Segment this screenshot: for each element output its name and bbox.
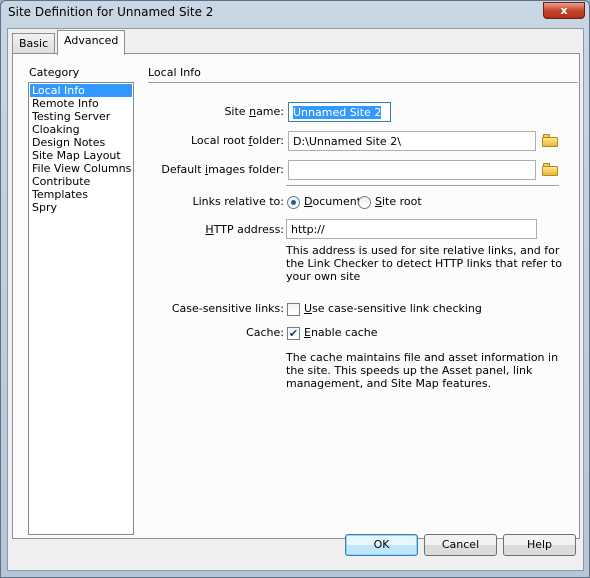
site-definition-dialog: Site Definition for Unnamed Site 2 x Bas… [0, 0, 590, 578]
local-root-folder-input[interactable]: D:\Unnamed Site 2\ [288, 131, 536, 151]
category-item-local-info[interactable]: Local Info [30, 84, 132, 97]
default-images-folder-label: Default images folder: [161, 163, 284, 176]
http-address-input[interactable]: http:// [286, 219, 537, 239]
folder-browse-icon[interactable] [542, 163, 558, 176]
category-item-testing-server[interactable]: Testing Server [30, 110, 132, 123]
help-button[interactable]: Help [503, 534, 576, 556]
category-list[interactable]: Local Info Remote Info Testing Server Cl… [28, 82, 134, 535]
enable-cache-checkbox[interactable]: ✔ [287, 327, 300, 340]
section-divider [148, 82, 578, 84]
case-sensitive-checkbox[interactable] [287, 303, 300, 316]
section-title: Local Info [148, 66, 201, 79]
local-root-folder-label: Local root folder: [190, 134, 284, 147]
tab-basic[interactable]: Basic [12, 33, 56, 54]
category-item-file-view-columns[interactable]: File View Columns [30, 162, 132, 175]
site-name-value: Unnamed Site 2 [293, 106, 382, 119]
category-item-remote-info[interactable]: Remote Info [30, 97, 132, 110]
links-relative-label: Links relative to: [192, 195, 285, 208]
ok-button[interactable]: OK [345, 534, 418, 556]
advanced-panel: Category Local Info Remote Info Testing … [12, 53, 580, 539]
site-root-radio[interactable] [358, 196, 371, 209]
folder-browse-icon[interactable] [542, 134, 558, 147]
dialog-client-area: Basic Advanced Category Local Info Remot… [7, 28, 584, 571]
category-item-cloaking[interactable]: Cloaking [30, 123, 132, 136]
site-name-label: Site name: [224, 105, 284, 118]
options-divider [286, 185, 559, 187]
site-root-radio-label[interactable]: Site root [375, 195, 422, 208]
case-sensitive-links-label: Case-sensitive links: [171, 302, 284, 315]
category-item-design-notes[interactable]: Design Notes [30, 136, 132, 149]
category-item-templates[interactable]: Templates [30, 188, 132, 201]
category-item-site-map-layout[interactable]: Site Map Layout [30, 149, 132, 162]
tab-advanced[interactable]: Advanced [57, 30, 126, 55]
close-button[interactable]: x [543, 2, 585, 19]
http-address-help: This address is used for site relative l… [286, 244, 562, 283]
window-title: Site Definition for Unnamed Site 2 [8, 5, 214, 19]
cache-help: The cache maintains file and asset infor… [286, 351, 559, 390]
cache-label: Cache: [246, 326, 284, 339]
document-radio[interactable] [287, 196, 300, 209]
case-sensitive-checkbox-label[interactable]: Use case-sensitive link checking [304, 302, 482, 315]
enable-cache-checkbox-label[interactable]: Enable cache [304, 326, 378, 339]
document-radio-label[interactable]: Document [304, 195, 361, 208]
category-item-spry[interactable]: Spry [30, 201, 132, 214]
default-images-folder-input[interactable] [288, 160, 536, 180]
site-name-input[interactable]: Unnamed Site 2 [288, 102, 391, 122]
http-address-label: HTTP address: [205, 223, 284, 236]
title-bar[interactable]: Site Definition for Unnamed Site 2 x [1, 1, 589, 25]
category-label: Category [29, 66, 80, 79]
category-item-contribute[interactable]: Contribute [30, 175, 132, 188]
cancel-button[interactable]: Cancel [424, 534, 497, 556]
